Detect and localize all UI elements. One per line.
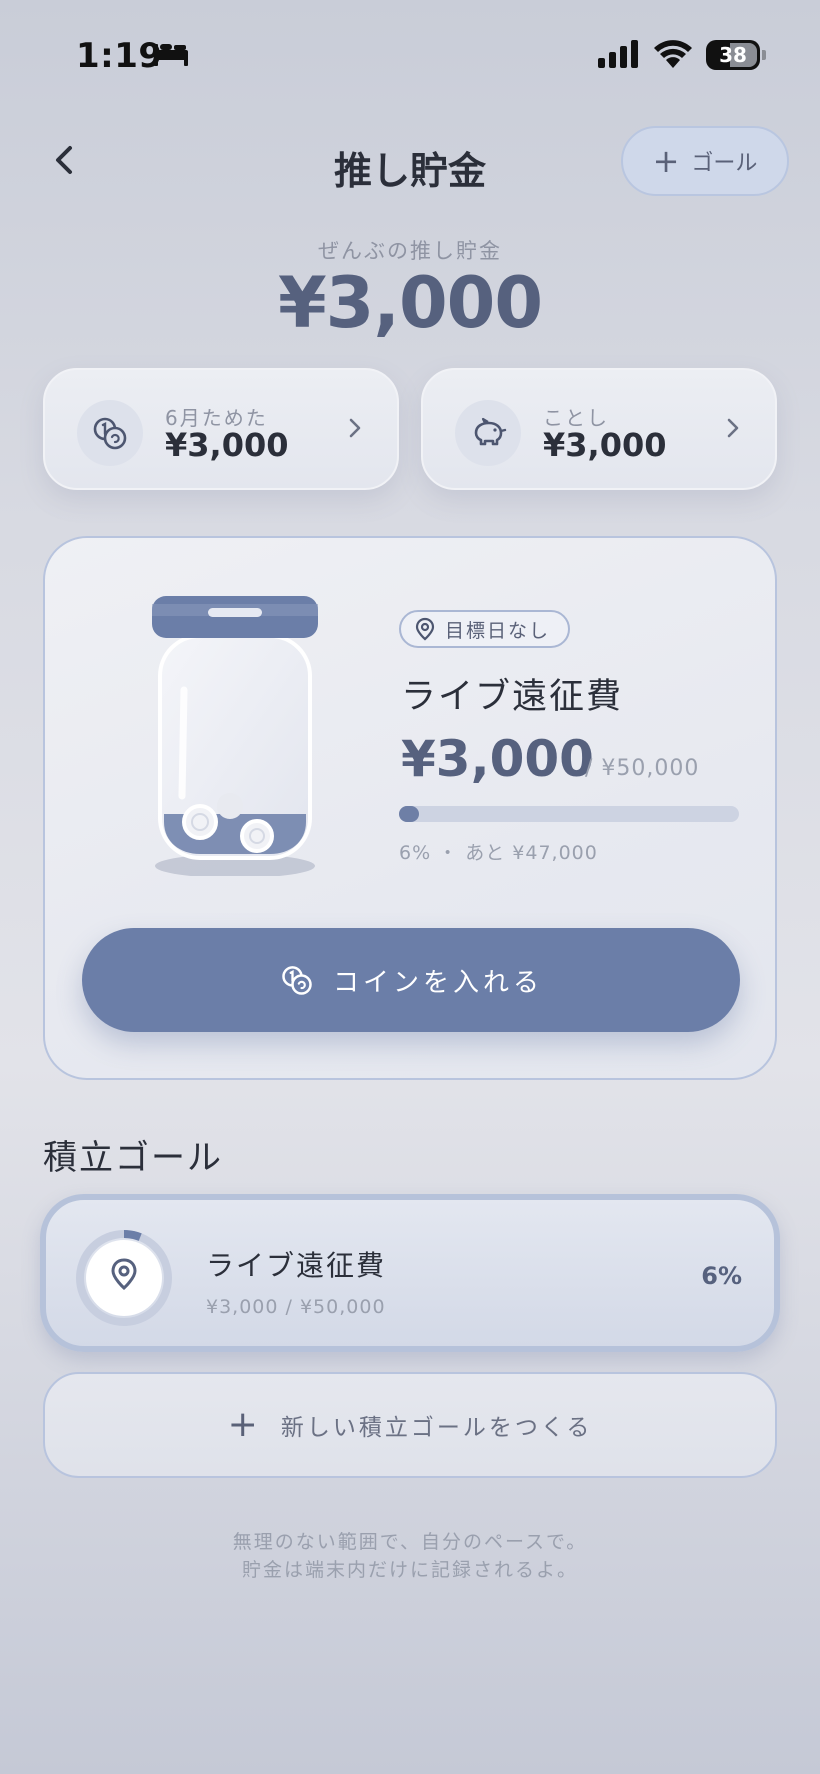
insert-coin-label: コインを入れる (332, 967, 543, 998)
goal-list-item[interactable]: ライブ遠征費 ¥3,000 / ¥50,000 6% (40, 1194, 780, 1352)
goal-progress-fill (399, 806, 420, 822)
footer-line: 無理のない範囲で、自分のペースで。 (232, 1531, 588, 1553)
goal-item-title: ライブ遠征費 (206, 1249, 387, 1282)
goal-progress-ring (76, 1230, 172, 1326)
insert-coin-button[interactable]: コインを入れる (82, 928, 740, 1032)
deadline-chip: 目標日なし (399, 610, 571, 648)
goal-title: ライブ遠征費 (401, 677, 624, 717)
piggy-bank-icon (455, 400, 521, 466)
goal-item-amount: ¥3,000 / ¥50,000 (206, 1296, 386, 1318)
goal-progress-text: 6% ・ あと ¥47,000 (399, 842, 598, 864)
yearly-summary-card[interactable]: ことし ¥3,000 (421, 368, 777, 490)
footer-line: 貯金は端末内だけに記録されるよ。 (241, 1559, 578, 1581)
cellular-signal-icon (598, 40, 638, 68)
summary-value: ¥3,000 (165, 426, 289, 464)
status-time: 1:19 (76, 36, 163, 76)
footer-note: 無理のない範囲で、自分のペースで。 貯金は端末内だけに記録されるよ。 (0, 1528, 820, 1584)
monthly-summary-card[interactable]: 6月ためた ¥3,000 (43, 368, 399, 490)
new-goal-label: 新しい積立ゴールをつくる (280, 1415, 593, 1441)
chevron-right-icon (349, 418, 361, 438)
add-goal-button[interactable]: + ゴール (621, 126, 789, 196)
total-savings-label: ぜんぶの推し貯金 (318, 239, 502, 263)
plus-icon: + (652, 142, 680, 180)
wifi-icon (654, 40, 692, 68)
goal-card: 目標日なし ライブ遠征費 ¥3,000 / ¥50,000 6% ・ あと ¥4… (43, 536, 777, 1080)
location-pin-icon (415, 617, 435, 641)
add-goal-label: ゴール (691, 151, 758, 176)
savings-jar-icon (152, 596, 318, 876)
goal-item-percent: 6% (701, 1262, 742, 1290)
new-goal-button[interactable]: + 新しい積立ゴールをつくる (43, 1372, 777, 1478)
sleep-bed-icon (154, 44, 188, 66)
deadline-label: 目標日なし (445, 619, 551, 642)
coins-icon (77, 400, 143, 466)
goal-saved-amount: ¥3,000 (401, 730, 594, 788)
coins-icon (282, 966, 312, 995)
plus-icon: + (227, 1404, 261, 1445)
goals-section-title: 積立ゴール (43, 1138, 223, 1178)
chevron-right-icon (727, 418, 739, 438)
goal-target-amount: / ¥50,000 (585, 756, 700, 781)
battery-indicator: 38 (706, 40, 766, 70)
summary-value: ¥3,000 (543, 426, 667, 464)
total-savings-amount: ¥3,000 (277, 262, 543, 344)
goal-progress-bar (399, 806, 739, 822)
